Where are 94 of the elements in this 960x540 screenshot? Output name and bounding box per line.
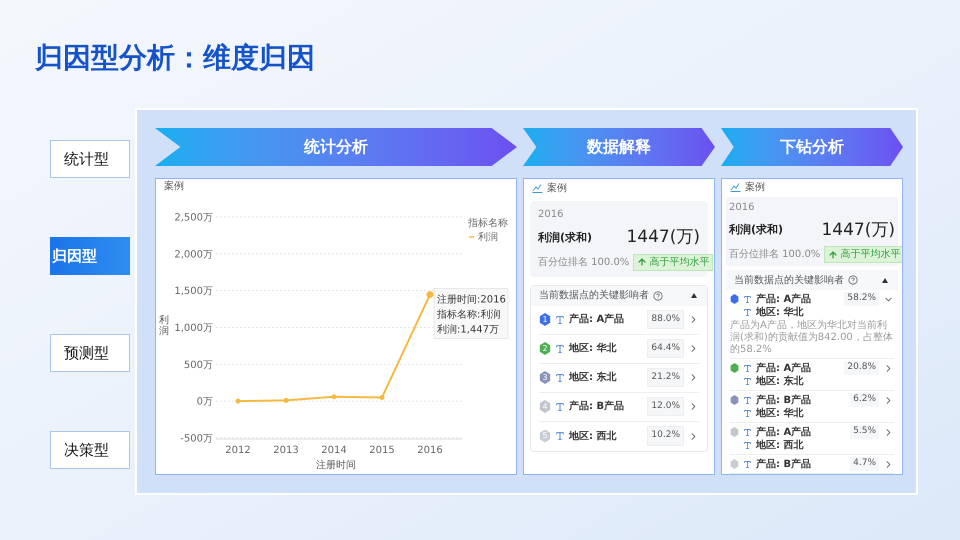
share-value: 20.8% xyxy=(844,361,879,375)
x-tick-label: 2014 xyxy=(321,445,347,456)
percentile-rank: 百分位排名 100.0% xyxy=(538,256,630,270)
x-tick-label: 2012 xyxy=(225,445,251,456)
influencer-row[interactable]: 1 产品: A产品 88.0% xyxy=(539,306,699,334)
text-type-icon xyxy=(555,431,565,441)
text-type-icon xyxy=(743,308,752,317)
dimension-label: 产品: B产品 xyxy=(756,458,812,472)
rank-badge: 1 xyxy=(539,313,551,326)
type-tab[interactable]: 决策型 xyxy=(50,431,130,469)
text-type-icon xyxy=(743,396,752,404)
stage-banner: 下钻分析 xyxy=(721,128,903,166)
year-label: 2016 xyxy=(729,200,756,214)
x-tick-label: 2016 xyxy=(417,445,443,456)
share-value: 64.4% xyxy=(647,338,684,358)
text-type-icon xyxy=(555,344,565,354)
share-value: 12.0% xyxy=(647,396,684,416)
share-value: 58.2% xyxy=(844,292,879,306)
type-tab[interactable]: 归因型 xyxy=(50,237,130,275)
metric-value: 1447(万) xyxy=(821,218,895,242)
share-value: 4.7% xyxy=(850,457,879,471)
year-label: 2016 xyxy=(538,208,564,222)
help-icon[interactable] xyxy=(653,290,663,300)
above-average-badge: 高于平均水平 xyxy=(633,254,714,270)
card-title: 案例 xyxy=(745,180,765,196)
text-type-icon xyxy=(555,314,565,324)
x-axis-title: 注册时间 xyxy=(316,460,356,471)
dimension-label: 地区: 华北 xyxy=(569,342,618,356)
legend-title: 指标名称 xyxy=(468,218,508,229)
y-tick-label: 2,000万 xyxy=(174,249,213,260)
card-title: 案例 xyxy=(163,180,185,194)
y-tick-label: 500万 xyxy=(184,360,213,371)
metric-name: 利润(求和) xyxy=(538,230,592,246)
dimension-label: 地区: 西北 xyxy=(756,438,804,453)
dimension-label: 产品: B产品 xyxy=(569,400,626,414)
text-type-icon xyxy=(743,364,752,372)
stage-banner: 数据解释 xyxy=(523,128,715,166)
dimension-label: 产品: A产品 xyxy=(756,426,812,440)
dimension-label: 地区: 华北 xyxy=(756,406,804,421)
text-type-icon xyxy=(743,409,752,418)
arrow-up-icon xyxy=(828,250,838,260)
share-value: 10.2% xyxy=(647,426,684,446)
section-title: 当前数据点的关键影响者 xyxy=(539,288,649,303)
section-title: 当前数据点的关键影响者 xyxy=(734,274,844,288)
text-type-icon xyxy=(743,428,752,436)
slide-title: 归因型分析：维度归因 xyxy=(35,40,315,76)
type-tab[interactable]: 预测型 xyxy=(50,334,130,372)
percentile-rank: 百分位排名 100.0% xyxy=(729,248,820,262)
y-axis-title: 利润 xyxy=(159,315,169,337)
y-tick-label: -500万 xyxy=(180,434,213,444)
text-type-icon xyxy=(743,441,752,450)
x-tick-label: 2013 xyxy=(273,445,299,456)
above-average-badge: 高于平均水平 xyxy=(824,246,902,263)
card-title: 案例 xyxy=(547,182,567,196)
dimension-label: 产品: A产品 xyxy=(756,362,812,375)
arrow-up-icon xyxy=(637,257,648,267)
share-value: 6.2% xyxy=(850,393,879,407)
y-tick-label: 2,500万 xyxy=(174,212,213,224)
dimension-label: 产品: A产品 xyxy=(756,292,812,306)
share-value: 88.0% xyxy=(647,310,684,330)
chart-icon xyxy=(730,183,741,192)
legend-label: 利润 xyxy=(478,232,498,243)
dimension-label: 地区: 华北 xyxy=(756,306,804,320)
text-type-icon xyxy=(743,460,752,468)
influencer-row[interactable]: 3 地区: 东北 21.2% xyxy=(539,364,699,392)
rank-badge: 4 xyxy=(539,400,551,413)
text-type-icon xyxy=(743,294,752,304)
share-value: 21.2% xyxy=(647,368,684,388)
stage-banner: 统计分析 xyxy=(155,128,517,166)
text-type-icon xyxy=(743,377,752,386)
dimension-label: 地区: 东北 xyxy=(569,370,618,385)
influencer-row[interactable]: 2 地区: 华北 64.4% xyxy=(539,334,699,364)
y-tick-label: 1,000万 xyxy=(174,323,213,334)
text-type-icon xyxy=(555,372,565,382)
metric-name: 利润(求和) xyxy=(729,222,784,238)
dimension-label: 产品: B产品 xyxy=(756,394,812,408)
dimension-label: 产品: A产品 xyxy=(569,312,626,327)
help-icon[interactable] xyxy=(848,275,858,285)
type-tab[interactable]: 统计型 xyxy=(50,140,130,178)
y-tick-label: 0万 xyxy=(196,396,213,408)
influencer-row[interactable]: 4 产品: B产品 12.0% xyxy=(539,392,699,422)
share-value: 5.5% xyxy=(850,425,879,439)
tooltip: 注册时间:2016 指标名称:利润 利润:1,447万 xyxy=(434,288,508,340)
rank-badge: 2 xyxy=(539,342,551,355)
text-type-icon xyxy=(555,402,565,412)
collapse-toggle[interactable] xyxy=(689,290,699,300)
dimension-label: 地区: 西北 xyxy=(569,430,618,444)
x-tick-label: 2015 xyxy=(369,445,395,456)
dimension-label: 地区: 东北 xyxy=(756,374,804,389)
rank-badge: 3 xyxy=(539,371,551,384)
contribution-description: 产品为A产品，地区为华北对当前利润(求和)的贡献值为842.00，占整体的58.2% xyxy=(730,320,894,356)
metric-value: 1447(万) xyxy=(626,226,700,249)
chart-icon xyxy=(532,184,543,192)
y-tick-label: 1,500万 xyxy=(174,286,213,298)
